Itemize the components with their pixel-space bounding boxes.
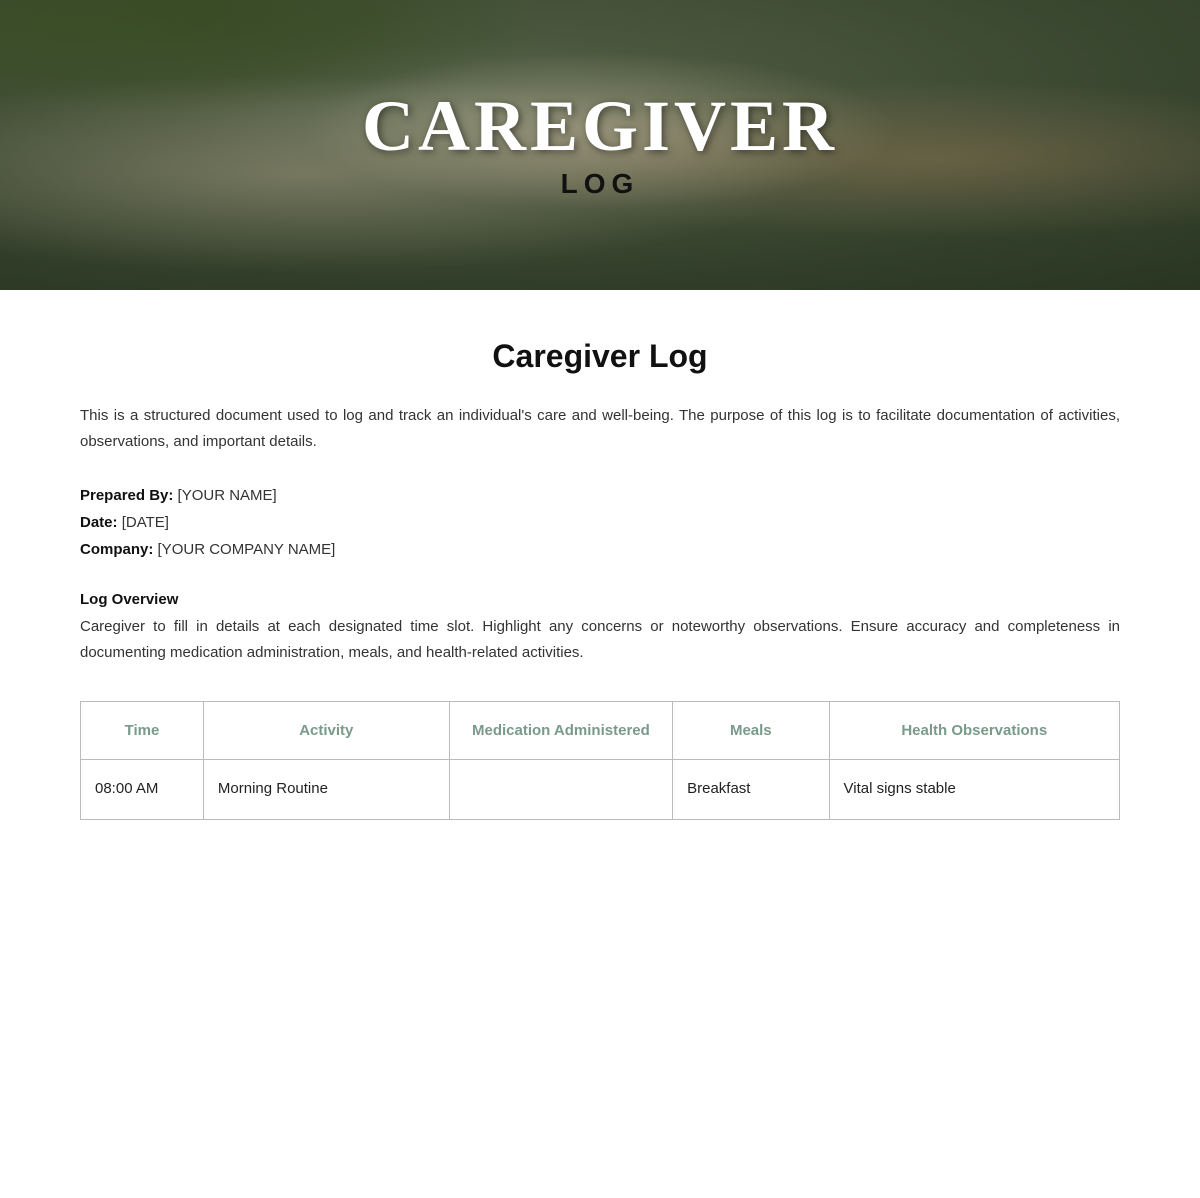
prepared-by-label: Prepared By:	[80, 487, 173, 504]
cell-activity: Morning Routine	[203, 760, 449, 820]
cell-medication	[449, 760, 672, 820]
overview-section: Log Overview Caregiver to fill in detail…	[80, 591, 1120, 665]
hero-subtitle: LOG	[362, 168, 838, 200]
company-value: [YOUR COMPANY NAME]	[158, 541, 336, 558]
date-label: Date:	[80, 514, 118, 531]
date-line: Date: [DATE]	[80, 509, 1120, 536]
col-header-time: Time	[81, 702, 204, 760]
table-row: 08:00 AMMorning Routine BreakfastVital si…	[81, 760, 1120, 820]
overview-title: Log Overview	[80, 591, 1120, 608]
company-label: Company:	[80, 541, 153, 558]
main-content: Caregiver Log This is a structured docum…	[0, 290, 1200, 880]
log-table: Time Activity Medication Administered Me…	[80, 701, 1120, 820]
company-line: Company: [YOUR COMPANY NAME]	[80, 536, 1120, 563]
hero-text-container: CAREGIVER LOG	[362, 90, 838, 200]
table-header-row: Time Activity Medication Administered Me…	[81, 702, 1120, 760]
overview-text: Caregiver to fill in details at each des…	[80, 614, 1120, 665]
hero-title: CAREGIVER	[362, 90, 838, 162]
intro-paragraph: This is a structured document used to lo…	[80, 403, 1120, 454]
col-header-meals: Meals	[673, 702, 829, 760]
cell-health: Vital signs stable	[829, 760, 1119, 820]
cell-time: 08:00 AM	[81, 760, 204, 820]
meta-section: Prepared By: [YOUR NAME] Date: [DATE] Co…	[80, 482, 1120, 563]
prepared-by-line: Prepared By: [YOUR NAME]	[80, 482, 1120, 509]
document-title: Caregiver Log	[80, 338, 1120, 375]
cell-meals: Breakfast	[673, 760, 829, 820]
hero-section: CAREGIVER LOG	[0, 0, 1200, 290]
col-header-activity: Activity	[203, 702, 449, 760]
col-header-health: Health Observations	[829, 702, 1119, 760]
date-value: [DATE]	[122, 514, 169, 531]
prepared-by-value: [YOUR NAME]	[178, 487, 277, 504]
col-header-medication: Medication Administered	[449, 702, 672, 760]
